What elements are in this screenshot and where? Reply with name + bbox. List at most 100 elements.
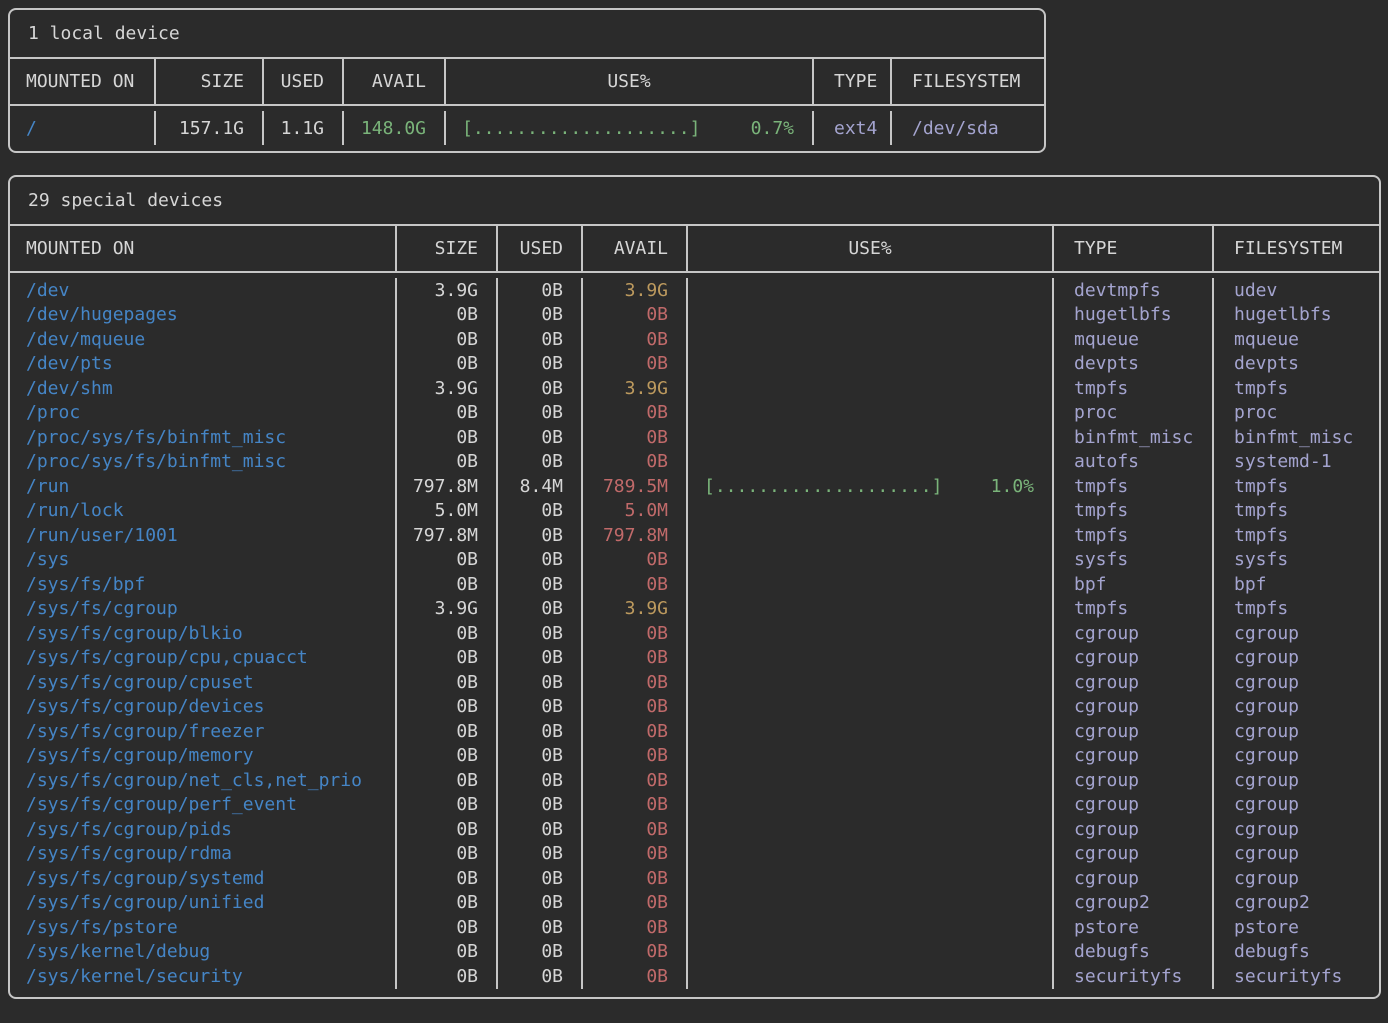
mountpoint-value: /sys/fs/cgroup/systemd bbox=[10, 866, 397, 891]
mountpoint-value: /dev/hugepages bbox=[10, 303, 397, 328]
mountpoint-value: /sys/kernel/security bbox=[10, 964, 397, 989]
mountpoint-value: /sys/fs/bpf bbox=[10, 572, 397, 597]
filesystem-value: sysfs bbox=[1214, 548, 1379, 573]
filesystem-value: cgroup2 bbox=[1214, 891, 1379, 916]
type-value: cgroup bbox=[1054, 670, 1214, 695]
use-percent-cell bbox=[688, 891, 1054, 916]
used-value: 0B bbox=[498, 891, 583, 916]
avail-value: 0B bbox=[583, 548, 688, 573]
used-value: 0B bbox=[498, 646, 583, 671]
use-percent-cell bbox=[688, 303, 1054, 328]
used-value: 0B bbox=[498, 719, 583, 744]
size-value: 0B bbox=[397, 646, 498, 671]
size-value: 3.9G bbox=[397, 278, 498, 303]
mountpoint-value: /sys/fs/cgroup bbox=[10, 597, 397, 622]
header-use-percent: USE% bbox=[446, 59, 814, 104]
used-value: 0B bbox=[498, 425, 583, 450]
table-row: /proc/sys/fs/binfmt_misc 0B 0B 0B autofs… bbox=[10, 450, 1379, 475]
mountpoint-value: /proc bbox=[10, 401, 397, 426]
use-percent-cell bbox=[688, 401, 1054, 426]
filesystem-value: devpts bbox=[1214, 352, 1379, 377]
special-devices-table: 29 special devices MOUNTED ON SIZE USED … bbox=[8, 175, 1381, 999]
table-row: /sys/fs/cgroup/perf_event 0B 0B 0B cgrou… bbox=[10, 793, 1379, 818]
size-value: 0B bbox=[397, 621, 498, 646]
used-value: 0B bbox=[498, 817, 583, 842]
mountpoint-value: /sys/fs/cgroup/cpuset bbox=[10, 670, 397, 695]
table-row: /sys 0B 0B 0B sysfs sysfs bbox=[10, 548, 1379, 573]
type-value: cgroup bbox=[1054, 695, 1214, 720]
table-row: /sys/fs/cgroup/memory 0B 0B 0B cgroup cg… bbox=[10, 744, 1379, 769]
avail-value: 5.0M bbox=[583, 499, 688, 524]
size-value: 0B bbox=[397, 548, 498, 573]
header-size: SIZE bbox=[156, 59, 264, 104]
mountpoint-value: /sys/fs/cgroup/rdma bbox=[10, 842, 397, 867]
mountpoint-value: /sys bbox=[10, 548, 397, 573]
terminal-screen: { "colors": { "background": "#2b2b2b", "… bbox=[0, 0, 1388, 1023]
size-value: 0B bbox=[397, 744, 498, 769]
usage-bar: [....................] bbox=[704, 476, 942, 497]
use-percent-cell bbox=[688, 768, 1054, 793]
use-percent-cell bbox=[688, 499, 1054, 524]
used-value: 8.4M bbox=[498, 474, 583, 499]
type-value: tmpfs bbox=[1054, 499, 1214, 524]
size-value: 0B bbox=[397, 401, 498, 426]
mountpoint-value: /sys/fs/cgroup/net_cls,net_prio bbox=[10, 768, 397, 793]
filesystem-value: pstore bbox=[1214, 915, 1379, 940]
special-devices-rows: /dev 3.9G 0B 3.9G devtmpfs udev /dev/hug… bbox=[10, 273, 1379, 997]
mountpoint-value: /proc/sys/fs/binfmt_misc bbox=[10, 425, 397, 450]
use-percent-cell bbox=[688, 646, 1054, 671]
type-value: cgroup bbox=[1054, 744, 1214, 769]
filesystem-value: /dev/sda bbox=[892, 111, 1044, 145]
avail-value: 0B bbox=[583, 915, 688, 940]
mountpoint-value: /run/user/1001 bbox=[10, 523, 397, 548]
use-percent-cell bbox=[688, 915, 1054, 940]
filesystem-value: cgroup bbox=[1214, 744, 1379, 769]
mountpoint-value: /dev/mqueue bbox=[10, 327, 397, 352]
avail-value: 0B bbox=[583, 842, 688, 867]
mountpoint-value: /dev bbox=[10, 278, 397, 303]
mountpoint-value: /sys/kernel/debug bbox=[10, 940, 397, 965]
filesystem-value: debugfs bbox=[1214, 940, 1379, 965]
type-value: cgroup bbox=[1054, 866, 1214, 891]
header-avail: AVAIL bbox=[344, 59, 446, 104]
used-value: 1.1G bbox=[264, 111, 344, 145]
use-percent-cell bbox=[688, 450, 1054, 475]
table-row: /sys/fs/pstore 0B 0B 0B pstore pstore bbox=[10, 915, 1379, 940]
use-percent-cell bbox=[688, 744, 1054, 769]
avail-value: 0B bbox=[583, 572, 688, 597]
type-value: sysfs bbox=[1054, 548, 1214, 573]
table-row: /run/user/1001 797.8M 0B 797.8M tmpfs tm… bbox=[10, 523, 1379, 548]
size-value: 0B bbox=[397, 866, 498, 891]
local-devices-table-title: 1 local device bbox=[10, 10, 1044, 59]
used-value: 0B bbox=[498, 499, 583, 524]
use-percent-cell bbox=[688, 572, 1054, 597]
type-value: cgroup2 bbox=[1054, 891, 1214, 916]
used-value: 0B bbox=[498, 621, 583, 646]
type-value: autofs bbox=[1054, 450, 1214, 475]
table-row: /sys/fs/cgroup/systemd 0B 0B 0B cgroup c… bbox=[10, 866, 1379, 891]
table-row: / 157.1G 1.1G 148.0G [..................… bbox=[10, 111, 1044, 145]
local-devices-header-row: MOUNTED ON SIZE USED AVAIL USE% TYPE FIL… bbox=[10, 59, 1044, 106]
table-row: /run/lock 5.0M 0B 5.0M tmpfs tmpfs bbox=[10, 499, 1379, 524]
size-value: 0B bbox=[397, 695, 498, 720]
special-devices-header-row: MOUNTED ON SIZE USED AVAIL USE% TYPE FIL… bbox=[10, 226, 1379, 273]
size-value: 0B bbox=[397, 303, 498, 328]
avail-value: 0B bbox=[583, 719, 688, 744]
use-percent-cell: [....................] 0.7% bbox=[446, 111, 814, 145]
size-value: 0B bbox=[397, 915, 498, 940]
avail-value: 0B bbox=[583, 352, 688, 377]
used-value: 0B bbox=[498, 964, 583, 989]
filesystem-value: tmpfs bbox=[1214, 499, 1379, 524]
used-value: 0B bbox=[498, 327, 583, 352]
size-value: 0B bbox=[397, 327, 498, 352]
used-value: 0B bbox=[498, 915, 583, 940]
size-value: 5.0M bbox=[397, 499, 498, 524]
type-value: tmpfs bbox=[1054, 376, 1214, 401]
header-type: TYPE bbox=[814, 59, 892, 104]
mountpoint-value: /sys/fs/cgroup/perf_event bbox=[10, 793, 397, 818]
type-value: securityfs bbox=[1054, 964, 1214, 989]
used-value: 0B bbox=[498, 866, 583, 891]
avail-value: 0B bbox=[583, 866, 688, 891]
header-size: SIZE bbox=[397, 226, 498, 271]
table-row: /proc/sys/fs/binfmt_misc 0B 0B 0B binfmt… bbox=[10, 425, 1379, 450]
